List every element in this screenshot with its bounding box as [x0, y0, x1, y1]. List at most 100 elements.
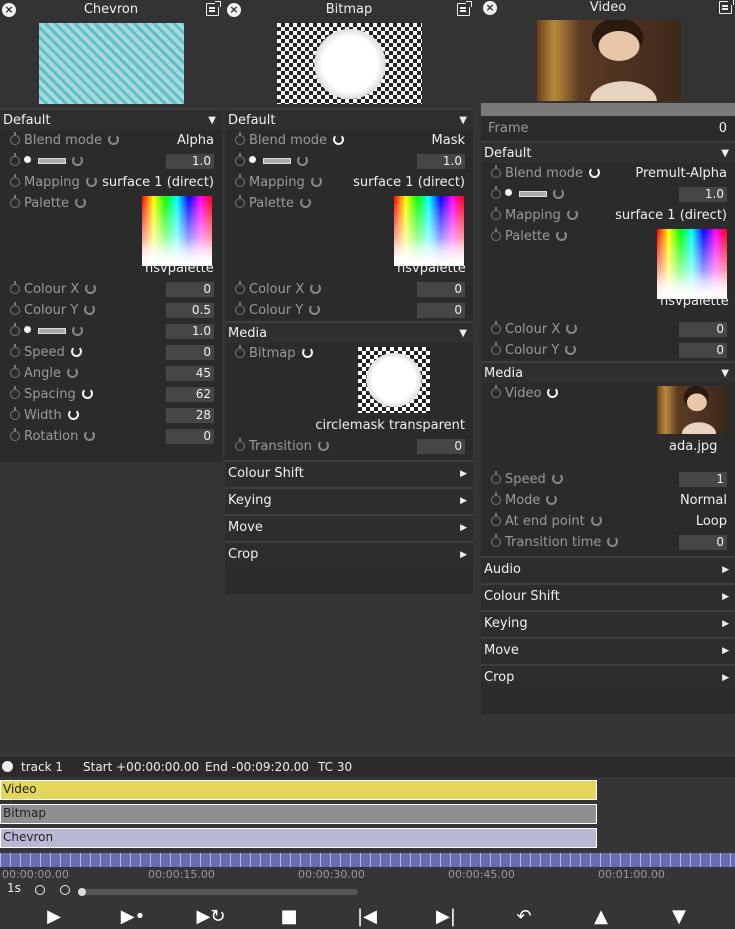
palette-swatch[interactable]	[657, 229, 727, 299]
section-colour-shift[interactable]: Colour Shift ▶	[481, 583, 735, 610]
mapping-row[interactable]: Mapping surface 1 (direct)	[225, 172, 473, 193]
close-icon[interactable]: ×	[2, 3, 16, 17]
reset-icon[interactable]	[553, 188, 564, 199]
section-keying[interactable]: Keying ▶	[225, 487, 473, 514]
reset-icon[interactable]	[607, 536, 619, 547]
reset-icon[interactable]	[317, 440, 329, 451]
clock-icon[interactable]	[10, 428, 20, 441]
reset-icon[interactable]	[589, 167, 601, 178]
mapping-row[interactable]: Mapping surface 1 (direct)	[0, 172, 222, 193]
close-icon[interactable]: ×	[227, 3, 241, 17]
section-audio[interactable]: Audio ▶	[481, 556, 735, 583]
section-media[interactable]: Media ▼	[225, 321, 473, 343]
clock-icon[interactable]	[491, 471, 501, 484]
blend-mode-value[interactable]: Alpha	[177, 130, 214, 151]
opacity-slider[interactable]	[519, 190, 547, 197]
clock-icon[interactable]	[235, 195, 245, 208]
clock-icon[interactable]	[10, 302, 20, 315]
video-progress-bar[interactable]	[481, 103, 735, 116]
speed-row[interactable]: Speed 1	[481, 469, 735, 490]
reset-icon[interactable]	[309, 304, 321, 315]
reset-icon[interactable]	[556, 230, 568, 241]
opacity-slider[interactable]	[38, 157, 66, 164]
clock-icon[interactable]	[491, 321, 501, 334]
menu-icon[interactable]	[457, 1, 472, 16]
bitmap-row[interactable]: Bitmap circlemask transparent	[225, 343, 473, 436]
bitmap-media-thumbnail[interactable]	[358, 347, 430, 413]
clock-icon[interactable]	[10, 344, 20, 357]
skip-start-icon[interactable]: |◀	[352, 906, 382, 927]
clock-icon[interactable]	[235, 281, 245, 294]
clock-icon[interactable]	[235, 153, 245, 166]
loop-icon[interactable]: ▶↻	[196, 906, 226, 927]
reset-icon[interactable]	[67, 409, 79, 420]
video-media-thumbnail[interactable]	[657, 386, 727, 434]
reset-icon[interactable]	[67, 367, 78, 378]
colour-y-row[interactable]: Colour Y 0.5	[0, 300, 222, 321]
transition-time-row[interactable]: Transition time 0	[481, 532, 735, 553]
colour-x-row[interactable]: Colour X0	[225, 279, 473, 300]
section-default[interactable]: Default ▼	[481, 141, 735, 163]
zoom-in-icon[interactable]	[60, 885, 70, 895]
angle-row[interactable]: Angle 45	[0, 363, 222, 384]
reset-icon[interactable]	[301, 347, 313, 358]
brightness-slider[interactable]	[38, 327, 66, 334]
reset-icon[interactable]	[72, 325, 83, 336]
rotation-row[interactable]: Rotation 0	[0, 426, 222, 447]
clock-icon[interactable]	[10, 281, 20, 294]
clock-icon[interactable]	[235, 438, 245, 451]
clock-icon[interactable]	[10, 195, 20, 208]
stop-icon[interactable]: ■	[274, 906, 304, 927]
track-bitmap[interactable]: Bitmap	[0, 804, 597, 824]
opacity-slider[interactable]	[263, 157, 291, 164]
reset-icon[interactable]	[590, 515, 602, 526]
clock-icon[interactable]	[10, 153, 20, 166]
up-icon[interactable]: ▲	[586, 906, 616, 927]
help-icon[interactable]	[2, 761, 13, 772]
skip-end-icon[interactable]: ▶|	[431, 906, 461, 927]
reset-icon[interactable]	[333, 134, 345, 145]
opacity-row[interactable]: 1.0	[225, 151, 473, 172]
reset-icon[interactable]	[310, 283, 322, 294]
frame-value[interactable]: 0	[719, 116, 727, 141]
reset-icon[interactable]	[84, 304, 96, 315]
transition-row[interactable]: Transition 0	[225, 436, 473, 457]
track-chevron[interactable]: Chevron	[0, 828, 597, 848]
palette-swatch[interactable]	[142, 196, 212, 266]
reset-icon[interactable]	[85, 283, 97, 294]
palette-swatch[interactable]	[394, 196, 464, 266]
down-icon[interactable]: ▼	[664, 906, 694, 927]
clock-icon[interactable]	[491, 492, 501, 505]
colour-y-row[interactable]: Colour Y0	[481, 340, 735, 361]
clock-icon[interactable]	[491, 228, 501, 241]
opacity-row[interactable]: 1.0	[481, 184, 735, 205]
palette-row[interactable]: Palette hsvpalette	[0, 193, 222, 279]
clock-icon[interactable]	[491, 342, 501, 355]
reset-icon[interactable]	[84, 430, 96, 441]
clock-icon[interactable]	[10, 174, 20, 187]
mode-row[interactable]: Mode Normal	[481, 490, 735, 511]
section-default[interactable]: Default ▼	[0, 108, 222, 130]
clock-icon[interactable]	[235, 174, 245, 187]
blend-mode-value[interactable]: Mask	[432, 130, 465, 151]
reset-icon[interactable]	[70, 346, 82, 357]
undo-icon[interactable]: ↶	[509, 906, 539, 927]
mapping-row[interactable]: Mapping surface 1 (direct)	[481, 205, 735, 226]
close-icon[interactable]: ×	[483, 1, 497, 15]
colour-x-row[interactable]: Colour X0	[0, 279, 222, 300]
reset-icon[interactable]	[547, 387, 559, 398]
opacity-row[interactable]: 1.0	[0, 151, 222, 172]
palette-row[interactable]: Palette hsvpalette	[481, 226, 735, 319]
palette-row[interactable]: Palette hsvpalette	[225, 193, 473, 279]
clock-icon[interactable]	[235, 302, 245, 315]
clock-icon[interactable]	[10, 386, 20, 399]
zoom-out-icon[interactable]	[35, 885, 45, 895]
end-point-row[interactable]: At end point Loop	[481, 511, 735, 532]
clock-icon[interactable]	[235, 345, 245, 358]
clock-icon[interactable]	[491, 513, 501, 526]
clock-icon[interactable]	[491, 534, 501, 547]
clock-icon[interactable]	[10, 407, 20, 420]
reset-icon[interactable]	[108, 134, 120, 145]
section-keying[interactable]: Keying ▶	[481, 610, 735, 637]
spacing-row[interactable]: Spacing 62	[0, 384, 222, 405]
